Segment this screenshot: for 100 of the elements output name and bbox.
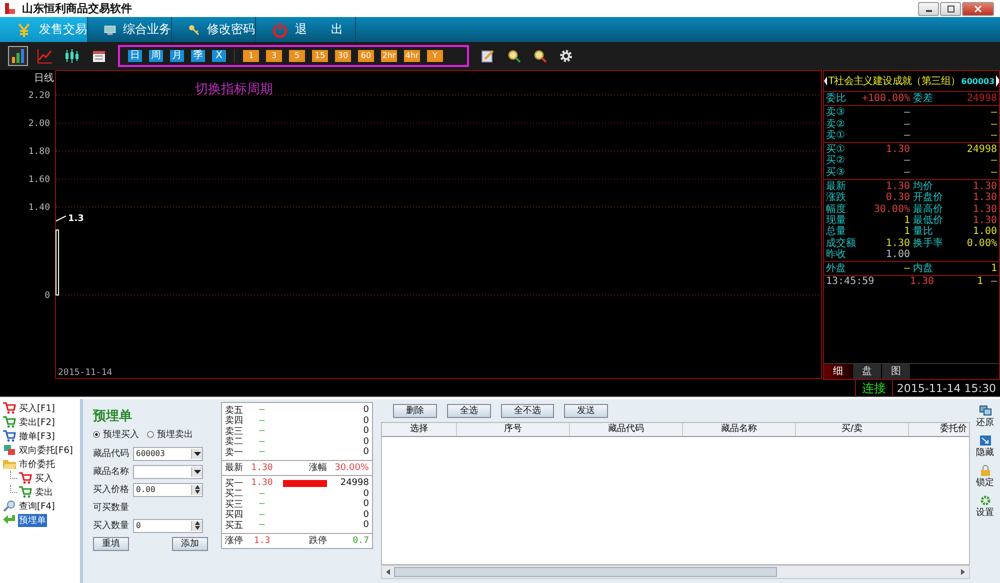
column-header[interactable]: 选择 — [382, 423, 457, 436]
nav-item[interactable]: 卖出 — [34, 486, 54, 498]
dropdown-arrow-icon — [194, 470, 200, 474]
maximize-button[interactable] — [940, 2, 961, 16]
period-button[interactable]: 周 — [149, 50, 163, 62]
side-tool-button[interactable]: 隐藏 — [976, 435, 994, 459]
quote-tab[interactable]: 盘 — [853, 364, 881, 379]
dropdown-field[interactable] — [133, 464, 203, 478]
column-header[interactable]: 委托价 — [909, 423, 969, 436]
book-label: 卖二 — [225, 436, 244, 448]
candle — [56, 230, 59, 296]
candlestick-icon — [64, 48, 80, 64]
quote-value: — — [990, 118, 997, 130]
order-button[interactable]: 发送 — [564, 404, 608, 418]
power-icon — [272, 22, 288, 38]
form-button[interactable]: 添加 — [172, 537, 208, 551]
tick-price: 1.30 — [910, 276, 934, 288]
book-volume: 0 — [362, 436, 369, 447]
y-axis-label: 0 — [44, 291, 50, 301]
previous-arrow-icon[interactable] — [824, 75, 828, 87]
radio-option[interactable]: 预埋买入 — [93, 428, 139, 441]
dropdown-field[interactable]: 600003 — [133, 446, 203, 460]
radio-option[interactable]: 预埋卖出 — [147, 428, 193, 441]
yen-icon — [16, 22, 32, 38]
period-button[interactable]: 日 — [128, 50, 142, 62]
book-price: – — [258, 447, 266, 458]
chart-type-button[interactable] — [8, 46, 28, 66]
quote-value: 24998 — [966, 93, 997, 104]
column-header[interactable]: 藏品名称 — [683, 423, 796, 436]
period-button[interactable]: 季 — [191, 50, 205, 62]
side-tool-button[interactable]: 还原 — [976, 405, 994, 429]
nav-item[interactable]: 买入[F1] — [18, 402, 56, 414]
nav-item[interactable]: 买入 — [34, 472, 54, 484]
order-button[interactable]: 全选 — [447, 404, 491, 418]
nav-item[interactable]: 卖出[F2] — [18, 416, 56, 428]
quote-label: 总量 — [826, 226, 846, 238]
quote-value: 1 — [990, 263, 997, 274]
book-volume: 24998 — [339, 478, 369, 488]
side-tool-button[interactable]: 锁定 — [976, 465, 994, 489]
nav-item[interactable]: 查询[F4] — [18, 500, 56, 512]
edit-icon[interactable] — [481, 49, 495, 63]
windows-icon — [978, 405, 992, 416]
quote-label: 换手率 — [913, 238, 943, 249]
book-label: 最新 — [225, 462, 244, 474]
nav-item[interactable]: 撤单[F3] — [18, 430, 56, 442]
quote-value: — — [990, 130, 997, 141]
quote-value: 1 — [904, 226, 910, 238]
quote-tab[interactable]: 细 — [824, 364, 852, 379]
settings-icon[interactable] — [559, 49, 573, 63]
app-logo-icon — [4, 2, 16, 15]
tick-direction-text: — — [990, 276, 997, 288]
price-label: 1.3 — [68, 214, 84, 224]
close-icon — [974, 4, 982, 12]
product-name: T社会主义建设成就（第三组） — [828, 74, 960, 88]
quote-value: 1.00 — [886, 248, 910, 260]
book-change: 30.00% — [334, 462, 369, 473]
search-icon — [3, 500, 16, 512]
quote-value: 1.30 — [886, 144, 910, 156]
period-button[interactable]: 月 — [170, 50, 184, 62]
book-label: 涨幅 — [308, 462, 327, 474]
quote-label: 现量 — [826, 214, 846, 226]
book-label: 卖一 — [225, 446, 244, 459]
scroll-right-icon — [961, 569, 965, 575]
y-axis-label: 1.60 — [28, 175, 50, 185]
zoom-in-icon[interactable] — [507, 49, 521, 63]
quote-label: 买③ — [826, 166, 845, 178]
column-header[interactable]: 藏品代码 — [570, 423, 683, 436]
number-field[interactable]: 0.00 — [133, 482, 203, 496]
column-header[interactable]: 序号 — [457, 423, 570, 436]
quote-label: 成交额 — [826, 238, 856, 249]
order-button[interactable]: 全不选 — [501, 404, 554, 418]
period-label: 日线 — [34, 73, 54, 84]
book-price: – — [258, 436, 266, 447]
column-header[interactable]: 买/卖 — [796, 423, 909, 436]
side-tool-button[interactable]: 设置 — [976, 495, 994, 519]
quote-value: — — [904, 263, 910, 274]
quote-value: — — [990, 155, 997, 166]
minimize-button[interactable] — [918, 2, 939, 16]
zoom-out-icon[interactable] — [533, 49, 547, 63]
quote-value: 0.30 — [886, 192, 910, 204]
field-label: 藏品代码 — [93, 448, 130, 460]
horizontal-scrollbar[interactable] — [381, 565, 970, 579]
quote-label: 买① — [826, 144, 845, 156]
nav-item[interactable]: 双向委托[F6] — [18, 444, 74, 456]
quote-label: 幅度 — [826, 204, 846, 215]
nav-item[interactable]: 市价委托 — [18, 458, 56, 470]
number-field[interactable]: 0 — [133, 518, 203, 532]
book-volume: 0 — [362, 405, 369, 416]
order-button[interactable]: 删除 — [393, 404, 437, 418]
close-button[interactable] — [962, 2, 994, 16]
form-button[interactable]: 重填 — [93, 537, 129, 551]
quote-value: 1.30 — [972, 192, 997, 204]
quote-tab[interactable]: 图 — [882, 364, 910, 379]
y-axis-label: 1.40 — [28, 203, 50, 213]
quote-label: 内盘 — [913, 263, 933, 274]
nav-item[interactable]: 预埋单 — [18, 514, 47, 526]
next-arrow-icon[interactable] — [996, 75, 999, 87]
book-price: 1.30 — [250, 462, 274, 473]
book-label: 跌停 — [308, 534, 327, 548]
period-button[interactable]: X — [212, 50, 226, 62]
